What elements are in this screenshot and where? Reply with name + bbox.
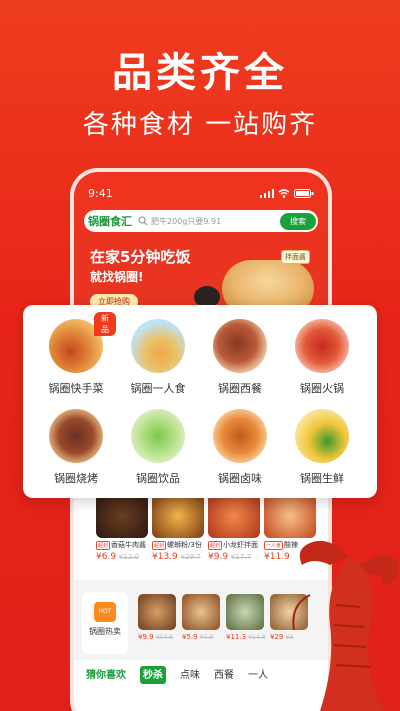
category-label: 锅圈生鲜 (300, 472, 344, 485)
hot-icon: HOT (94, 602, 116, 622)
mini-product-image (182, 594, 220, 630)
category-label: 锅圈快手菜 (48, 382, 104, 395)
category-braised[interactable]: 锅圈卤味 (200, 409, 280, 486)
banner-title: 在家5分钟吃饭 (90, 248, 191, 266)
product-row: 超划 香菇牛肉酱 ¥6.9 ¥12.0 超划 螺蛳粉/3份 ¥13.9 ¥29.7 … (96, 494, 316, 574)
category-western[interactable]: 锅圈西餐 (200, 319, 280, 396)
category-label: 锅圈西餐 (218, 382, 262, 395)
category-hotpot[interactable]: 锅圈火锅 (282, 319, 362, 396)
single-meal-image (131, 319, 185, 373)
status-bar: 9:41 (88, 186, 314, 200)
drinks-image (131, 409, 185, 463)
signal-icon (260, 188, 274, 198)
wifi-icon (278, 188, 290, 198)
product-name: 香菇牛肉酱 (111, 541, 147, 549)
search-bar[interactable]: 锅圈食汇 肥牛200g只要9.91 搜索 (84, 210, 318, 232)
category-label: 锅圈火锅 (300, 382, 344, 395)
subline: 各种食材 一站购齐 (82, 110, 318, 140)
product-price: ¥6.9 (96, 552, 117, 562)
hot-sale-card[interactable]: HOT 锅圈热卖 (82, 592, 128, 654)
mini-price: ¥29 (270, 633, 284, 641)
search-input[interactable]: 肥牛200g只要9.91 (151, 216, 280, 227)
mini-old-price: ¥14.6 (155, 634, 174, 641)
tab-guess-you-like[interactable]: 猜你喜欢 (86, 666, 126, 684)
mini-product[interactable]: ¥11.3 ¥14.8 (226, 594, 266, 641)
mini-price: ¥11.3 (226, 633, 247, 641)
product-name: 小龙虾拌面 (223, 541, 259, 549)
product-card[interactable]: 超划 小龙虾拌面 ¥9.9 ¥17.7 (208, 494, 260, 574)
product-image (96, 494, 148, 538)
product-tag: 超划 (152, 541, 167, 550)
bbq-image (49, 409, 103, 463)
banner-subtitle: 就找锅圈! (90, 270, 144, 284)
mini-price: ¥5.9 (182, 633, 198, 641)
hot-sale-label: 锅圈热卖 (89, 627, 121, 636)
category-bbq[interactable]: 锅圈烧烤 (36, 409, 116, 486)
product-old-price: ¥17.7 (230, 553, 251, 561)
product-price: ¥11.9 (264, 552, 290, 562)
fresh-fruit-image (295, 409, 349, 463)
category-label: 锅圈卤味 (218, 472, 262, 485)
mini-old-price: ¥7.9 (199, 634, 214, 641)
product-price: ¥13.9 (152, 552, 178, 562)
mini-product-image (138, 594, 176, 630)
mini-product[interactable]: ¥9.9 ¥14.6 (138, 594, 176, 641)
product-card[interactable]: 超划 螺蛳粉/3份 ¥13.9 ¥29.7 (152, 494, 204, 574)
hotpot-image (295, 319, 349, 373)
search-icon (138, 216, 148, 226)
new-badge: 新品 (94, 312, 116, 336)
tab-flavor[interactable]: 点味 (180, 666, 200, 684)
status-time: 9:41 (88, 186, 113, 200)
product-tag: 超划 (96, 541, 111, 550)
category-fresh[interactable]: 锅圈生鲜 (282, 409, 362, 486)
product-tag: 超划 (208, 541, 223, 550)
category-label: 锅圈烧烤 (54, 472, 98, 485)
product-name: 螺蛳粉/3份 (167, 541, 202, 549)
mini-product-image (226, 594, 264, 630)
product-old-price: ¥12.0 (118, 553, 139, 561)
battery-icon (294, 188, 314, 198)
mini-old-price: ¥14.8 (248, 634, 266, 641)
banner-tag: 拌面酱 (281, 250, 310, 264)
product-image (152, 494, 204, 538)
product-old-price: ¥29.7 (180, 553, 201, 561)
product-card[interactable]: 超划 香菇牛肉酱 ¥6.9 ¥12.0 (96, 494, 148, 574)
western-image (213, 319, 267, 373)
tab-single[interactable]: 一人 (248, 666, 268, 684)
promo-banner[interactable]: 在家5分钟吃饭 就找锅圈! 立即抢购 拌面酱 (84, 238, 318, 314)
product-tag: 一人食 (264, 541, 284, 550)
product-image (208, 494, 260, 538)
category-label: 锅圈饮品 (136, 472, 180, 485)
mini-price: ¥9.9 (138, 633, 154, 641)
category-drinks[interactable]: 锅圈饮品 (118, 409, 198, 486)
search-button[interactable]: 搜索 (280, 212, 316, 230)
crayfish-image (292, 540, 399, 711)
tab-flash-sale[interactable]: 秒杀 (140, 666, 166, 684)
category-label: 锅圈一人食 (130, 382, 186, 395)
product-price: ¥9.9 (208, 552, 229, 562)
category-card: 新品 锅圈快手菜 锅圈一人食 锅圈西餐 锅圈火锅 锅圈烧烤 锅圈饮品 锅圈卤味 … (23, 305, 377, 498)
category-single-meal[interactable]: 锅圈一人食 (118, 319, 198, 396)
braised-image (213, 409, 267, 463)
headline: 品类齐全 (112, 50, 288, 96)
tab-western[interactable]: 西餐 (214, 666, 234, 684)
category-quick-dish[interactable]: 新品 锅圈快手菜 (36, 312, 116, 396)
product-image (264, 494, 316, 538)
mini-product[interactable]: ¥5.9 ¥7.9 (182, 594, 220, 641)
app-logo: 锅圈食汇 (88, 215, 132, 228)
